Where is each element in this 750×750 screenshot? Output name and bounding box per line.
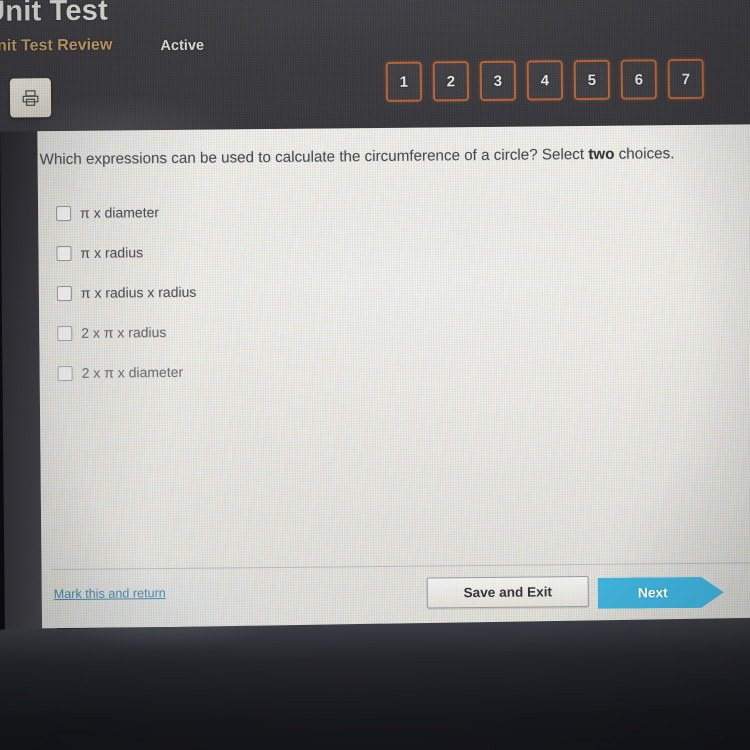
answer-choice-1[interactable]: π x diameter xyxy=(38,188,538,233)
page-header: Unit Test Unit Test Review Active 1 2 3 … xyxy=(0,0,750,132)
page-title: Unit Test xyxy=(0,0,109,28)
question-text-bold: two xyxy=(588,145,615,163)
checkbox-icon-3[interactable] xyxy=(56,285,72,301)
checkbox-icon-2[interactable] xyxy=(56,245,72,261)
question-text-part-2: choices. xyxy=(614,145,675,163)
answer-choice-label-4: 2 x π x radius xyxy=(81,324,167,341)
question-tab-3[interactable]: 3 xyxy=(479,60,517,102)
question-number-tabs: 1 2 3 4 5 6 7 xyxy=(385,58,705,102)
answer-choice-4[interactable]: 2 x π x radius xyxy=(39,308,539,353)
question-tab-7[interactable]: 7 xyxy=(667,58,705,100)
question-text-part-1: Which expressions can be used to calcula… xyxy=(39,145,589,169)
checkbox-icon-4[interactable] xyxy=(57,325,73,341)
checkbox-icon-5[interactable] xyxy=(57,365,73,381)
print-button[interactable] xyxy=(9,78,52,118)
question-tab-5[interactable]: 5 xyxy=(573,59,611,101)
photographed-screen: Unit Test Unit Test Review Active 1 2 3 … xyxy=(0,0,750,750)
question-tab-4[interactable]: 4 xyxy=(526,60,564,101)
screen-content: Unit Test Unit Test Review Active 1 2 3 … xyxy=(0,0,750,656)
question-tab-6[interactable]: 6 xyxy=(620,59,658,100)
question-tab-2[interactable]: 2 xyxy=(432,61,470,102)
save-and-exit-button[interactable]: Save and Exit xyxy=(426,575,589,609)
answer-choice-label-3: π x radius x radius xyxy=(80,283,197,301)
answer-choice-5[interactable]: 2 x π x diameter xyxy=(39,348,539,393)
question-card: Which expressions can be used to calcula… xyxy=(37,124,750,629)
status-badge: Active xyxy=(160,37,205,55)
answer-choice-list: π x diameter π x radius π x radius x rad… xyxy=(38,188,540,393)
mark-this-and-return-link[interactable]: Mark this and return xyxy=(54,586,166,601)
answer-choice-label-2: π x radius xyxy=(80,244,144,261)
footer-divider xyxy=(51,562,750,571)
answer-choice-label-5: 2 x π x diameter xyxy=(81,363,184,381)
question-text: Which expressions can be used to calcula… xyxy=(40,143,750,170)
breadcrumb-unit-test-review[interactable]: Unit Test Review xyxy=(0,37,112,56)
printer-icon xyxy=(20,88,41,108)
answer-choice-label-1: π x diameter xyxy=(80,204,160,221)
checkbox-icon-1[interactable] xyxy=(56,205,72,221)
next-button[interactable]: Next xyxy=(598,577,724,609)
question-tab-1[interactable]: 1 xyxy=(385,61,423,102)
answer-choice-3[interactable]: π x radius x radius xyxy=(39,268,539,313)
photo-bottom-bezel xyxy=(0,617,750,750)
answer-choice-2[interactable]: π x radius xyxy=(38,228,538,273)
